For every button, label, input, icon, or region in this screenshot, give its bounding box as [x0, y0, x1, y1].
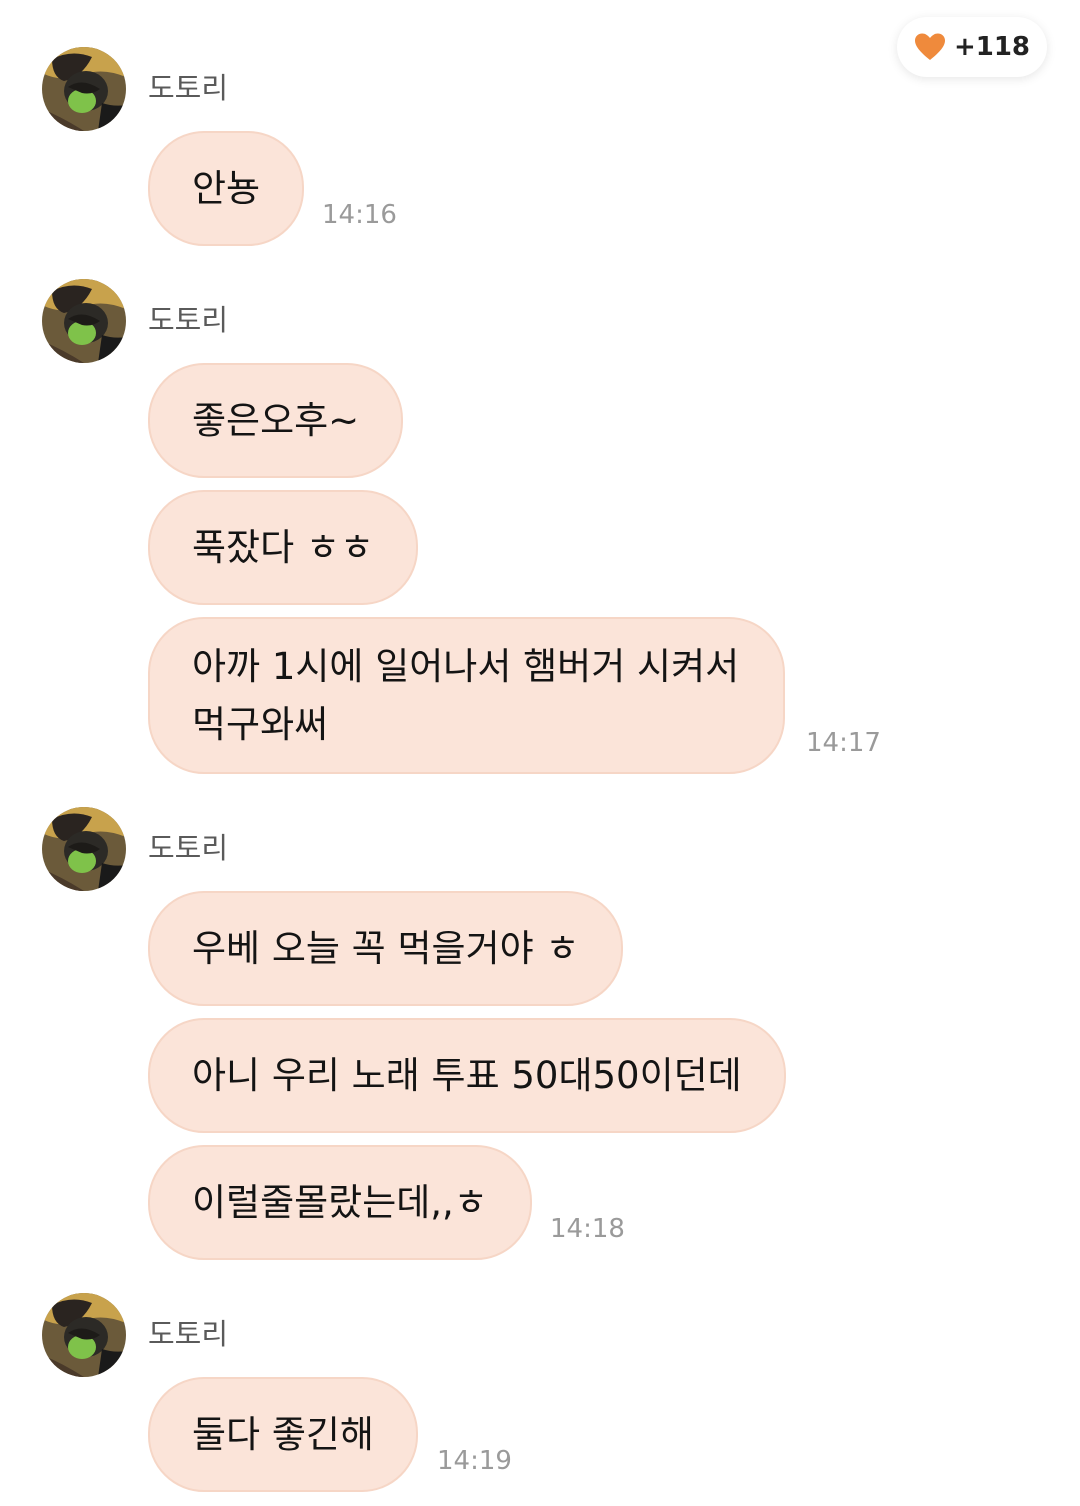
sender-name: 도토리 — [148, 303, 229, 337]
sender-name: 도토리 — [148, 71, 229, 105]
message-bubble[interactable]: 푹잤다 ㅎㅎ — [148, 490, 418, 605]
message-bubble[interactable]: 안뇽 — [148, 131, 305, 246]
reaction-count: +118 — [953, 32, 1031, 62]
message-bubble[interactable]: 좋은오후~ — [148, 363, 404, 478]
heart-icon — [914, 32, 946, 62]
message-bubble[interactable]: 아까 1시에 일어나서 햄버거 시켜서 먹구와써 — [148, 617, 785, 774]
sender-name: 도토리 — [148, 831, 229, 865]
message-bubble[interactable]: 둘다 좋긴해 — [148, 1377, 418, 1492]
message-timestamp: 14:17 — [806, 728, 881, 758]
avatar[interactable] — [42, 807, 126, 891]
reaction-counter[interactable]: +118 — [897, 17, 1047, 77]
message-bubble[interactable]: 이럴줄몰랐는데,,ㅎ — [148, 1145, 532, 1260]
message-timestamp: 14:18 — [550, 1214, 625, 1244]
message-timestamp: 14:16 — [322, 200, 397, 230]
message-timestamp: 14:19 — [437, 1446, 512, 1476]
avatar[interactable] — [42, 1293, 126, 1377]
message-bubble[interactable]: 아니 우리 노래 투표 50대50이던데 — [148, 1018, 786, 1133]
sender-name: 도토리 — [148, 1317, 229, 1351]
avatar[interactable] — [42, 47, 126, 131]
avatar[interactable] — [42, 279, 126, 363]
message-bubble[interactable]: 우베 오늘 꼭 먹을거야 ㅎ — [148, 891, 624, 1006]
